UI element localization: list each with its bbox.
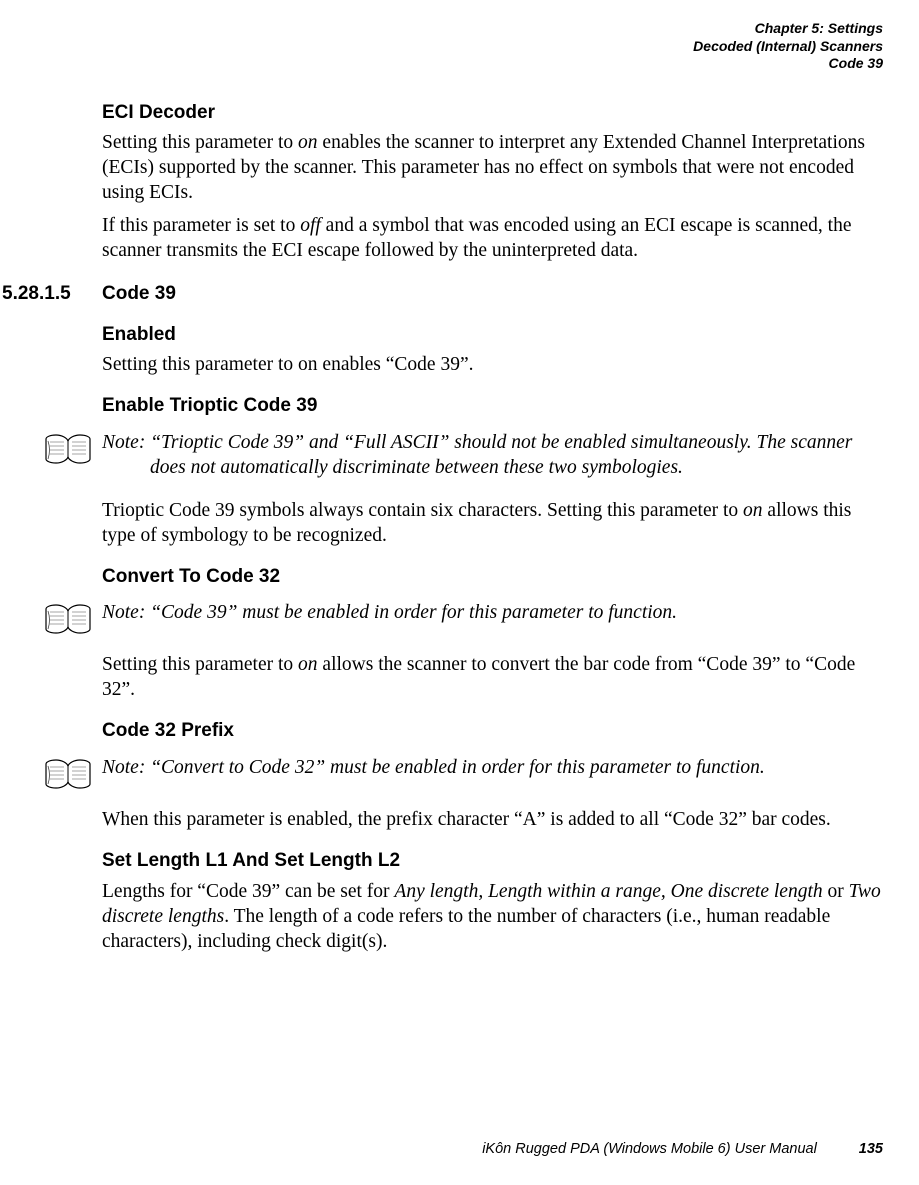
paragraph: Setting this parameter to on allows the … (102, 653, 881, 703)
heading-enabled: Enabled (102, 323, 881, 348)
note-body: “Trioptic Code 39” and “Full ASCII” shou… (150, 432, 852, 478)
paragraph: When this parameter is enabled, the pref… (102, 808, 881, 833)
note-block: Note: “Code 39” must be enabled in order… (44, 601, 881, 635)
section-title: Code 39 (102, 282, 176, 307)
content-area: ECI Decoder Setting this parameter to on… (0, 101, 889, 955)
note-label: Note: (102, 432, 145, 453)
text-italic: on (298, 132, 318, 153)
heading-enable-trioptic: Enable Trioptic Code 39 (102, 394, 881, 419)
text: or (823, 881, 849, 902)
heading-code-32-prefix: Code 32 Prefix (102, 719, 881, 744)
section-heading-row: 5.28.1.5 Code 39 (0, 282, 881, 307)
note-body: “Code 39” must be enabled in order for t… (150, 602, 677, 623)
note-text: Note: “Code 39” must be enabled in order… (150, 601, 881, 626)
page-footer: iKôn Rugged PDA (Windows Mobile 6) User … (482, 1140, 883, 1159)
text: Setting this parameter to (102, 132, 298, 153)
note-body: “Convert to Code 32” must be enabled in … (150, 757, 765, 778)
paragraph: Setting this parameter to on enables the… (102, 131, 881, 206)
text: If this parameter is set to (102, 215, 300, 236)
book-icon (44, 758, 92, 790)
text: Lengths for “Code 39” can be set for (102, 881, 394, 902)
section-number: 5.28.1.5 (0, 282, 102, 307)
manual-title: iKôn Rugged PDA (Windows Mobile 6) User … (482, 1141, 817, 1157)
heading-set-length: Set Length L1 And Set Length L2 (102, 849, 881, 874)
note-block: Note: “Trioptic Code 39” and “Full ASCII… (44, 431, 881, 481)
paragraph: Setting this parameter to on enables “Co… (102, 353, 881, 378)
header-section: Decoded (Internal) Scanners (0, 38, 883, 56)
note-label: Note: (102, 757, 145, 778)
book-icon (44, 433, 92, 465)
page-number: 135 (859, 1141, 883, 1157)
note-text: Note: “Convert to Code 32” must be enabl… (150, 756, 881, 781)
header-subsection: Code 39 (0, 55, 883, 73)
text: Trioptic Code 39 symbols always contain … (102, 500, 743, 521)
text-italic: on (743, 500, 763, 521)
text-italic: off (300, 215, 321, 236)
text: Setting this parameter to (102, 654, 298, 675)
text-italic: on (298, 654, 318, 675)
paragraph: Lengths for “Code 39” can be set for Any… (102, 880, 881, 955)
note-block: Note: “Convert to Code 32” must be enabl… (44, 756, 881, 790)
header-chapter: Chapter 5: Settings (0, 20, 883, 38)
paragraph: Trioptic Code 39 symbols always contain … (102, 499, 881, 549)
heading-eci-decoder: ECI Decoder (102, 101, 881, 126)
page-header: Chapter 5: Settings Decoded (Internal) S… (0, 20, 889, 73)
book-icon (44, 603, 92, 635)
paragraph: If this parameter is set to off and a sy… (102, 214, 881, 264)
heading-convert-to-code-32: Convert To Code 32 (102, 565, 881, 590)
note-text: Note: “Trioptic Code 39” and “Full ASCII… (150, 431, 881, 481)
page: Chapter 5: Settings Decoded (Internal) S… (0, 0, 919, 1185)
note-label: Note: (102, 602, 145, 623)
text-italic: Any length, Length within a range, One d… (394, 881, 822, 902)
